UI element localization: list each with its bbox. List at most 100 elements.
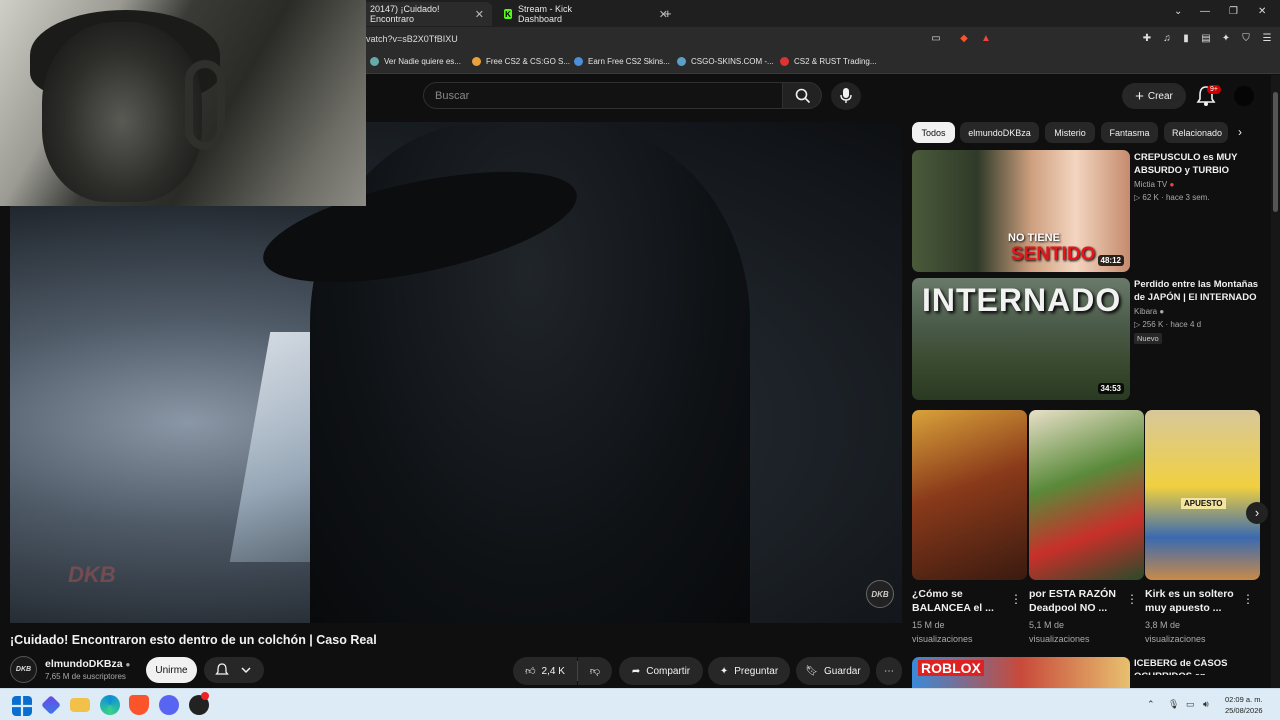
more-actions-button[interactable]: ⋯ — [876, 657, 902, 685]
notification-badge: 9+ — [1207, 85, 1221, 94]
volume-icon[interactable]: 🔊︎ — [1203, 699, 1209, 710]
related-video-channel[interactable]: Kibara ● — [1134, 305, 1164, 318]
tab-kick-dashboard[interactable]: K Stream - Kick Dashboard ✕ — [496, 2, 676, 26]
close-window-button[interactable]: ✕ — [1258, 6, 1266, 17]
shorts-next-button[interactable]: › — [1246, 502, 1268, 524]
short-more-icon[interactable]: ⋮ — [1126, 592, 1138, 606]
verified-icon: ● — [1159, 307, 1165, 316]
media-icon[interactable]: ♫ — [1161, 33, 1173, 45]
page-scrollbar-thumb[interactable] — [1273, 92, 1278, 212]
edge-icon[interactable] — [100, 695, 120, 715]
cast-icon[interactable]: ▭ — [930, 33, 942, 45]
short-title[interactable]: Kirk es un soltero muy apuesto ... — [1145, 587, 1234, 615]
windows-taskbar: ⌃ 🎙︎ ▭ 🔊︎ 02:09 a. m. 25/08/2026 — [0, 688, 1280, 720]
close-tab-icon[interactable]: ✕ — [475, 8, 484, 21]
brave-rewards-icon[interactable]: ▲ — [980, 33, 992, 45]
new-tab-button[interactable]: + — [664, 6, 672, 21]
windows-start-icon[interactable] — [12, 696, 32, 716]
url-field[interactable]: vatch?v=sB2X0TfBIXU — [366, 34, 458, 44]
menu-icon[interactable]: ☰ — [1261, 33, 1273, 45]
vpn-shield-icon[interactable]: ⛉ — [1240, 33, 1252, 45]
chip-todos[interactable]: Todos — [912, 122, 955, 143]
chips-next-chevron-icon[interactable]: › — [1238, 125, 1242, 139]
bookmark-item[interactable]: Free CS2 & CS:GO S... — [472, 57, 570, 66]
ask-button[interactable]: ✦ Preguntar — [708, 657, 790, 685]
chip-channel[interactable]: elmundoDKBza — [960, 122, 1039, 143]
search-icon — [795, 88, 811, 104]
extensions-icon[interactable]: ✚ — [1141, 33, 1153, 45]
related-video-thumbnail[interactable]: NO TIENE SENTIDO 48:12 — [912, 150, 1130, 272]
share-arrow-icon: ➦ — [631, 665, 641, 677]
verified-icon: ● — [125, 660, 131, 669]
related-video-stats: ▷ 256 K · hace 4 d — [1134, 320, 1202, 329]
obs-icon[interactable] — [189, 692, 209, 715]
tab-youtube[interactable]: 20147) ¡Cuidado! Encontraro ✕ — [362, 2, 492, 26]
maximize-button[interactable]: ❐ — [1229, 6, 1238, 17]
save-button[interactable]: 🔖︎ Guardar — [796, 657, 870, 685]
short-title[interactable]: ¿Cómo se BALANCEA el ... — [912, 587, 994, 615]
short-thumbnail[interactable]: APUESTO — [1145, 410, 1260, 580]
related-video-title[interactable]: CREPUSCULO es MUY ABSURDO y TURBIO — [1134, 151, 1237, 177]
share-button[interactable]: ➦ Compartir — [619, 657, 703, 685]
chip-fantasma[interactable]: Fantasma — [1101, 122, 1158, 143]
network-icon[interactable]: ▭ — [1186, 699, 1195, 710]
short-views: 15 M de visualizaciones — [912, 620, 973, 644]
like-button[interactable]: 👍︎ 2,4 K — [513, 657, 577, 685]
bell-icon — [215, 663, 229, 675]
create-button[interactable]: + Crear — [1122, 83, 1186, 109]
related-video-title[interactable]: Perdido entre las Montañas de JAPÓN | El… — [1134, 278, 1258, 304]
bookmark-item[interactable]: CS2 & RUST Trading... — [780, 57, 877, 66]
bookmark-favicon-icon — [472, 57, 481, 66]
related-video-stats: ▷ 62 K · hace 3 sem. — [1134, 193, 1210, 202]
short-thumbnail[interactable] — [912, 410, 1027, 580]
voice-search-button[interactable] — [831, 82, 861, 110]
bookmark-item[interactable]: CSGO-SKINS.COM -... — [677, 57, 774, 66]
channel-avatar[interactable]: DKB — [10, 656, 37, 683]
chip-misterio[interactable]: Misterio — [1045, 122, 1095, 143]
channel-name[interactable]: elmundoDKBza ● — [45, 658, 130, 670]
channel-branding-logo[interactable]: DKB — [866, 580, 894, 608]
account-avatar[interactable] — [1234, 86, 1254, 106]
subscription-notifications-button[interactable] — [204, 657, 264, 683]
related-video-title[interactable]: ICEBERG de CASOS OCURRIDOS en — [1134, 657, 1227, 675]
bookmark-item[interactable]: Ver Nadie quiere es... — [370, 57, 461, 66]
short-thumbnail[interactable] — [1029, 410, 1144, 580]
video-title: ¡Cuidado! Encontraron esto dentro de un … — [10, 633, 377, 647]
steam-icon — [574, 57, 583, 66]
short-more-icon[interactable]: ⋮ — [1242, 592, 1254, 606]
tray-chevron-icon[interactable]: ⌃ — [1147, 699, 1155, 710]
microphone-tray-icon[interactable]: 🎙︎ — [1168, 699, 1179, 710]
tab-label: Stream - Kick Dashboard — [518, 4, 573, 24]
related-video-thumbnail[interactable]: INTERNADO 34:53 — [912, 278, 1130, 400]
system-clock[interactable]: 02:09 a. m. 25/08/2026 — [1225, 694, 1263, 716]
discord-icon[interactable] — [159, 695, 179, 715]
minimize-button[interactable]: — — [1200, 6, 1210, 17]
channel-watermark: DKB — [68, 562, 116, 587]
brave-icon[interactable] — [129, 695, 149, 715]
sparkle-icon: ✦ — [719, 665, 729, 677]
plus-icon: + — [1135, 87, 1144, 105]
short-more-icon[interactable]: ⋮ — [1010, 592, 1022, 606]
leo-ai-icon[interactable]: ✦ — [1220, 33, 1232, 45]
badge-icon: ● — [1169, 180, 1175, 189]
thumbs-up-icon: 👍︎ — [525, 666, 536, 677]
short-title[interactable]: por ESTA RAZÓN Deadpool NO ... — [1029, 587, 1116, 615]
bookmark-favicon-icon — [677, 57, 686, 66]
sidebar-icon[interactable]: ▮ — [1180, 33, 1192, 45]
related-video-channel[interactable]: Mictia TV ● — [1134, 178, 1174, 191]
search-button[interactable] — [782, 82, 822, 109]
bookmark-icon: 🔖︎ — [805, 665, 818, 677]
search-input[interactable]: Buscar — [423, 82, 783, 109]
file-explorer-icon[interactable] — [70, 698, 90, 712]
brave-shields-icon[interactable]: ◆ — [958, 33, 970, 45]
join-button[interactable]: Unirme — [146, 657, 197, 683]
more-horizontal-icon: ⋯ — [884, 665, 894, 677]
wallet-icon[interactable]: ▤ — [1200, 33, 1212, 45]
tab-list-chevron-icon[interactable]: ⌄ — [1174, 6, 1182, 17]
dislike-button[interactable]: 👎︎ — [578, 657, 612, 685]
copilot-icon[interactable] — [41, 695, 61, 715]
bookmark-item[interactable]: Earn Free CS2 Skins... — [574, 57, 670, 66]
tab-label: 20147) ¡Cuidado! Encontraro — [370, 4, 440, 24]
related-video-thumbnail[interactable]: ROBLOX — [912, 657, 1130, 688]
chip-relacionado[interactable]: Relacionado — [1164, 122, 1228, 143]
